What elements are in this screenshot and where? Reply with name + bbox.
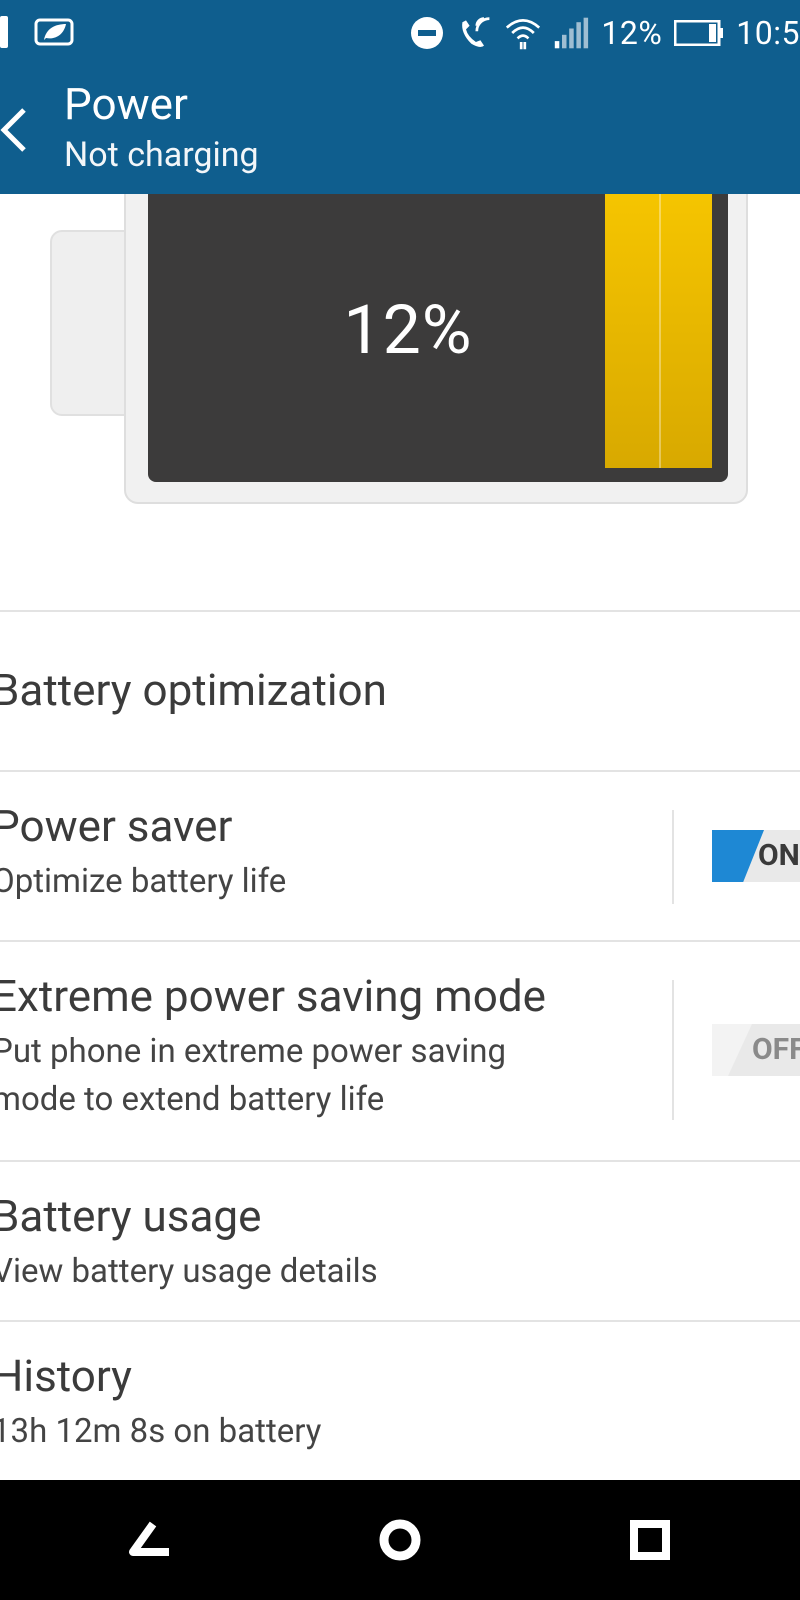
notification-icon: [0, 16, 8, 48]
vertical-divider: [672, 980, 674, 1120]
navigation-bar: [0, 1480, 800, 1600]
wifi-calling-icon: [457, 15, 493, 51]
battery-level-label: 12%: [343, 290, 473, 370]
wifi-icon: [505, 15, 541, 51]
extreme-power-saving-toggle[interactable]: OFF: [712, 1024, 800, 1076]
row-subtitle: 13h 12m 8s on battery: [0, 1412, 322, 1451]
row-title: Power saver: [0, 800, 233, 852]
leaf-icon: [34, 18, 74, 46]
row-subtitle-line-2: mode to extend battery life: [0, 1080, 385, 1119]
toggle-indicator: [712, 1024, 752, 1076]
power-saver-row[interactable]: Power saver Optimize battery life ON: [0, 772, 800, 940]
battery-icon: [674, 15, 724, 51]
row-subtitle: Optimize battery life: [0, 862, 287, 901]
vertical-divider: [672, 810, 674, 904]
page-title: Power: [64, 78, 188, 130]
recents-icon[interactable]: [620, 1510, 680, 1570]
row-title: Extreme power saving mode: [0, 970, 546, 1022]
battery-optimization-row[interactable]: Battery optimization: [0, 612, 800, 770]
power-saver-toggle[interactable]: ON: [712, 830, 800, 882]
toggle-label: ON: [758, 838, 800, 873]
battery-percent-text: 12%: [601, 14, 663, 52]
do-not-disturb-icon: [409, 15, 445, 51]
row-subtitle: View battery usage details: [0, 1252, 378, 1291]
app-bar: Power Not charging: [0, 66, 800, 194]
toggle-indicator: [712, 830, 764, 882]
toggle-label: OFF: [752, 1032, 800, 1067]
battery-usage-row[interactable]: Battery usage View battery usage details: [0, 1162, 800, 1320]
back-icon[interactable]: [120, 1510, 180, 1570]
battery-graphic: 12%: [0, 194, 800, 610]
back-arrow-icon[interactable]: [0, 102, 30, 158]
home-icon[interactable]: [370, 1510, 430, 1570]
signal-icon: [553, 15, 589, 51]
row-title: History: [0, 1350, 132, 1402]
row-title: Battery usage: [0, 1190, 262, 1242]
row-subtitle-line-1: Put phone in extreme power saving: [0, 1032, 507, 1071]
clock-text: 10:5: [736, 14, 800, 52]
status-bar: 12% 10:5: [0, 0, 800, 66]
row-title: Battery optimization: [0, 664, 387, 716]
extreme-power-saving-row[interactable]: Extreme power saving mode Put phone in e…: [0, 942, 800, 1160]
page-subtitle: Not charging: [64, 135, 259, 175]
history-row[interactable]: History 13h 12m 8s on battery: [0, 1322, 800, 1480]
